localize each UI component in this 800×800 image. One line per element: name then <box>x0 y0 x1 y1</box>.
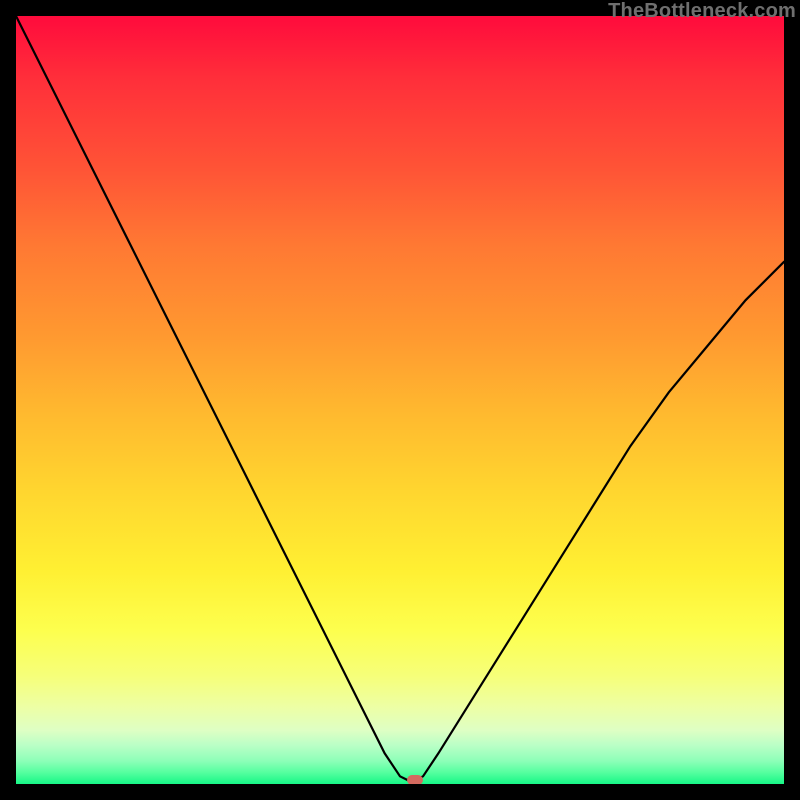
attribution-text: TheBottleneck.com <box>608 0 796 23</box>
curve-layer <box>16 16 784 784</box>
chart-container: TheBottleneck.com <box>0 0 800 800</box>
plot-area <box>16 16 784 784</box>
minimum-marker <box>407 775 423 784</box>
bottleneck-curve <box>16 16 784 780</box>
